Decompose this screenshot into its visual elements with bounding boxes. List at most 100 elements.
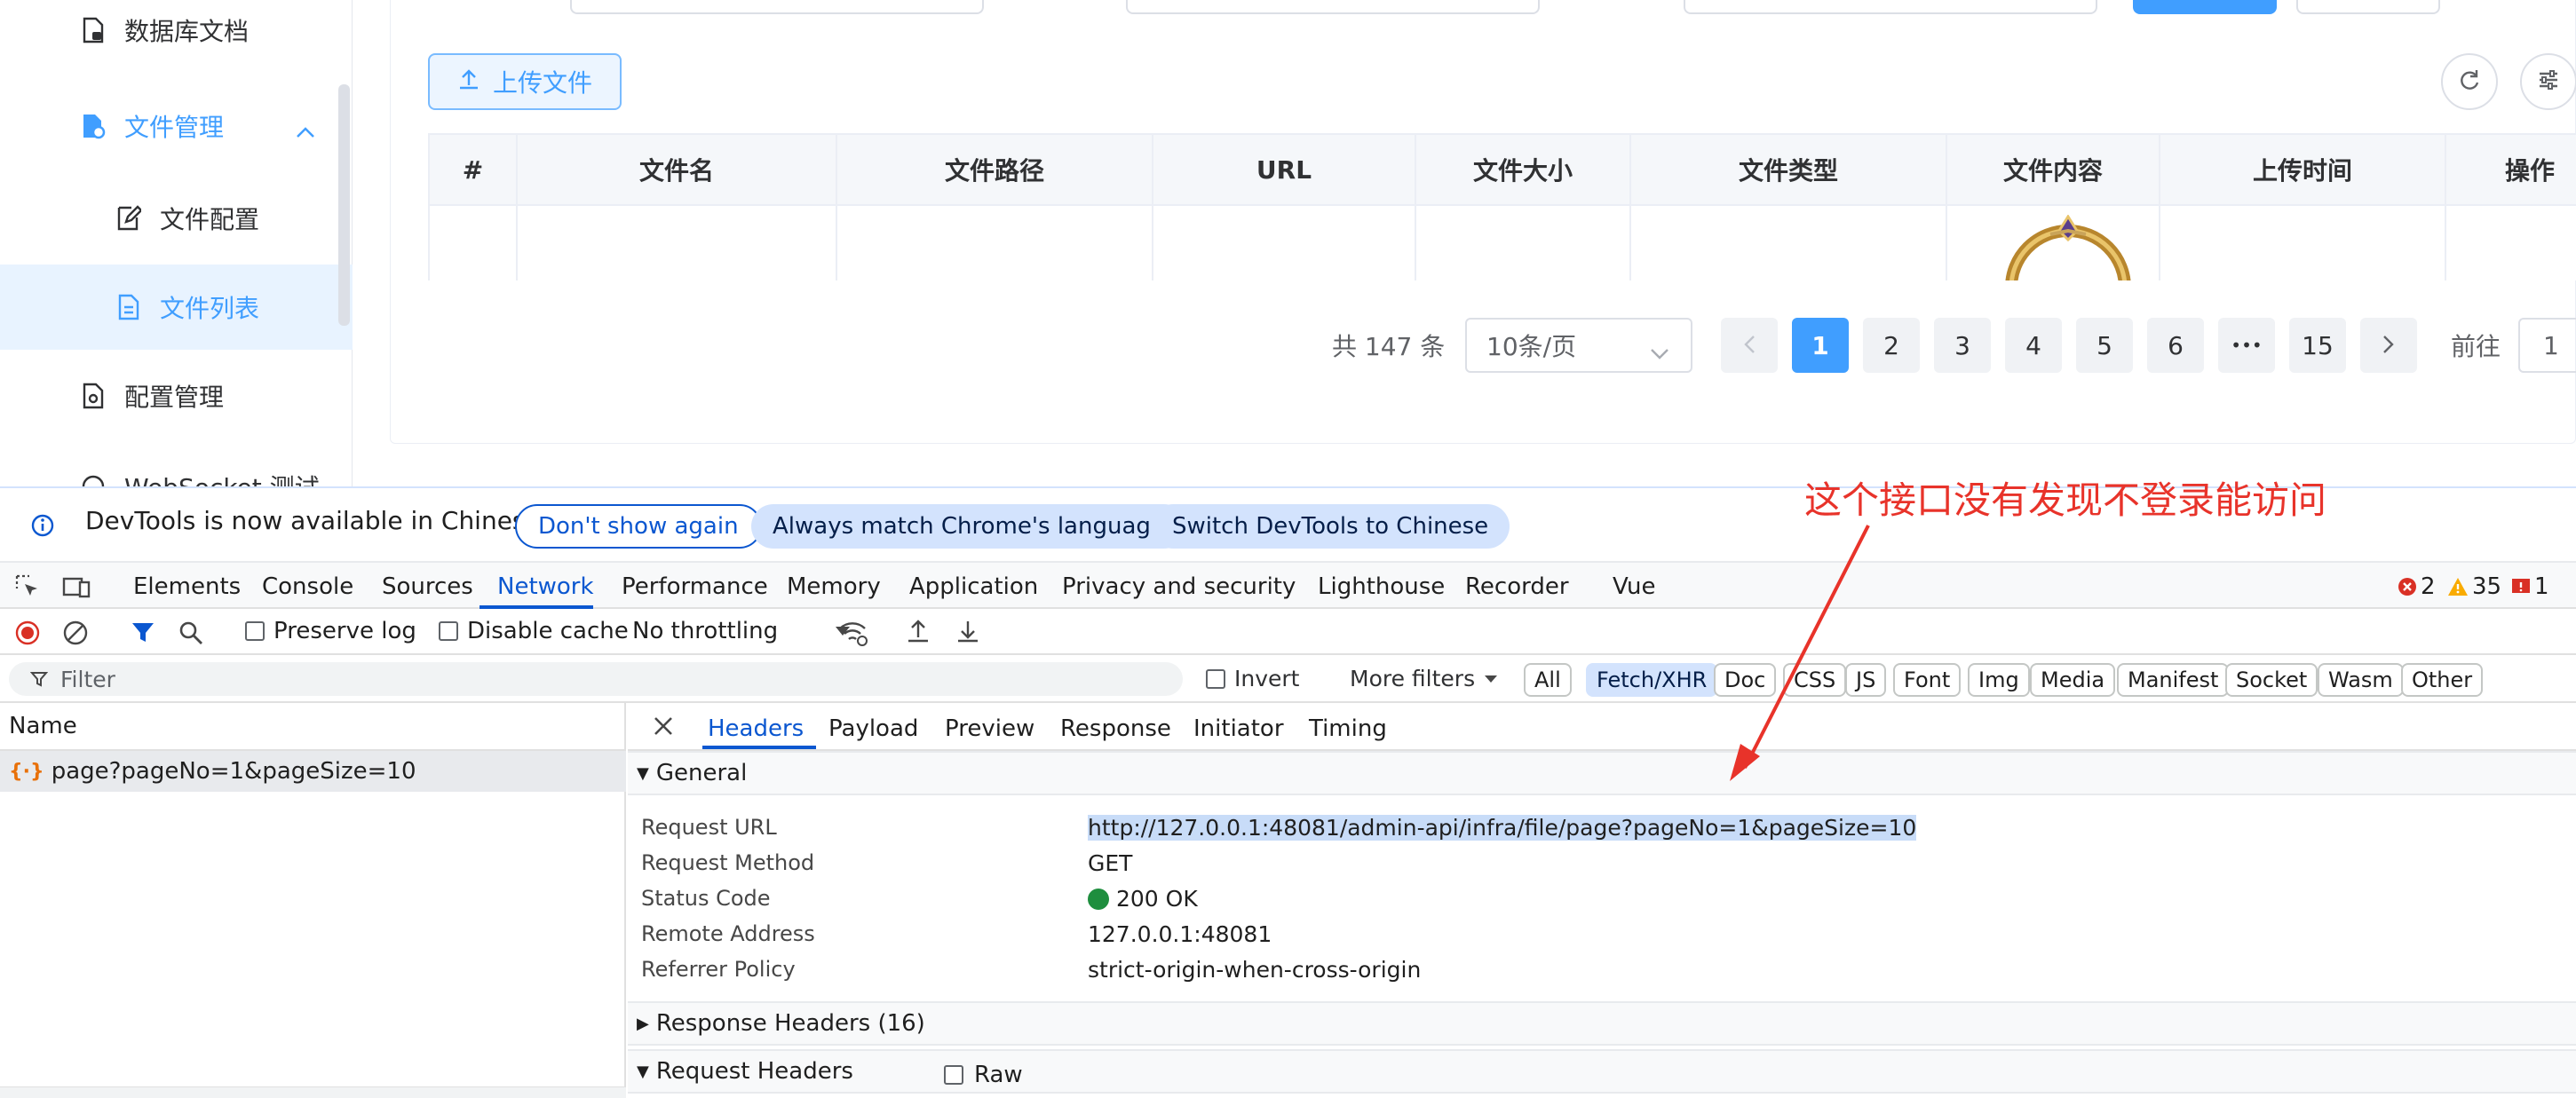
filter-chip-socket[interactable]: Socket	[2225, 663, 2318, 697]
pagination-more-button[interactable]: •••	[2218, 318, 2275, 373]
tab-lighthouse[interactable]: Lighthouse	[1318, 573, 1445, 600]
pagination-page-2[interactable]: 2	[1863, 318, 1920, 373]
search-input-filename[interactable]	[570, 0, 984, 14]
clear-icon[interactable]	[62, 620, 89, 652]
filter-funnel-icon[interactable]	[130, 620, 156, 652]
filter-chip-other[interactable]: Other	[2401, 663, 2484, 697]
page-size-select[interactable]: 10条/页	[1465, 318, 1692, 373]
always-match-language-button[interactable]: Always match Chrome's language	[751, 504, 1186, 549]
sliders-icon	[2536, 67, 2561, 96]
inspect-element-icon[interactable]	[14, 573, 41, 606]
column-settings-button[interactable]	[2520, 53, 2576, 110]
network-conditions-icon[interactable]	[838, 620, 868, 652]
request-headers-section-header[interactable]: ▼ Request Headers Raw	[628, 1049, 2576, 1094]
tab-console[interactable]: Console	[262, 573, 353, 600]
referrer-policy-key: Referrer Policy	[641, 957, 796, 982]
request-list-scrollbar[interactable]	[0, 1086, 626, 1098]
filter-chip-manifest[interactable]: Manifest	[2117, 663, 2230, 697]
sidebar-item-file-list[interactable]: 文件列表	[0, 265, 353, 350]
triangle-right-icon: ▶	[637, 1014, 649, 1033]
filter-input[interactable]: Filter	[9, 662, 1183, 696]
refresh-button[interactable]	[2441, 53, 2498, 110]
invert-checkbox[interactable]: Invert	[1206, 666, 1299, 691]
preserve-log-checkbox[interactable]: Preserve log	[245, 618, 416, 644]
sidebar-item-file-config[interactable]: 文件配置	[0, 176, 353, 261]
switch-to-chinese-button[interactable]: Switch DevTools to Chinese	[1151, 504, 1510, 549]
pagination-page-3[interactable]: 3	[1934, 318, 1991, 373]
name-column-header[interactable]: Name	[0, 703, 626, 751]
sidebar-scrollbar[interactable]	[338, 84, 350, 326]
sidebar-item-config-management[interactable]: 配置管理	[0, 353, 353, 438]
pagination-page-15[interactable]: 15	[2289, 318, 2346, 373]
checkbox-box[interactable]	[944, 1065, 963, 1085]
sidebar-item-websocket[interactable]: WebSocket 测试	[0, 444, 353, 486]
general-section-title: General	[655, 760, 748, 786]
tab-response[interactable]: Response	[1060, 715, 1171, 742]
filter-chip-fetch-xhr[interactable]: Fetch/XHR	[1586, 663, 1718, 697]
request-row[interactable]: {·} page?pageNo=1&pageSize=10	[0, 751, 626, 792]
tab-application[interactable]: Application	[909, 573, 1038, 600]
tab-privacy-security[interactable]: Privacy and security	[1062, 573, 1296, 600]
pagination-goto-input[interactable]: 1	[2518, 318, 2576, 373]
sidebar-item-file-management[interactable]: 文件管理	[0, 83, 353, 169]
tab-performance[interactable]: Performance	[622, 573, 768, 600]
filter-chip-font[interactable]: Font	[1893, 663, 1962, 697]
filter-chip-all[interactable]: All	[1524, 663, 1572, 697]
pagination-page-4[interactable]: 4	[2005, 318, 2062, 373]
disable-cache-checkbox[interactable]: Disable cache	[439, 618, 629, 644]
tab-network[interactable]: Network	[497, 573, 594, 600]
pagination-page-5[interactable]: 5	[2076, 318, 2133, 373]
upload-file-button[interactable]: 上传文件	[428, 53, 622, 110]
search-button[interactable]	[2133, 0, 2277, 14]
filter-chip-js[interactable]: JS	[1845, 663, 1887, 697]
more-filters-dropdown[interactable]: More filters	[1350, 666, 1498, 691]
table-cell	[2160, 204, 2446, 280]
file-thumbnail-image[interactable]	[1997, 215, 2139, 280]
checkbox-box[interactable]	[245, 621, 265, 641]
filter-chip-img[interactable]: Img	[1968, 663, 2030, 697]
pagination-page-6[interactable]: 6	[2147, 318, 2204, 373]
pagination-prev-button[interactable]	[1721, 318, 1778, 373]
tab-recorder[interactable]: Recorder	[1465, 573, 1569, 600]
issues-count[interactable]: 1	[2511, 573, 2549, 600]
tab-payload[interactable]: Payload	[828, 715, 918, 742]
filter-chip-doc[interactable]: Doc	[1714, 663, 1777, 697]
sidebar-item-db-doc[interactable]: 数据库文档	[0, 0, 353, 73]
tab-memory[interactable]: Memory	[787, 573, 881, 600]
tab-elements[interactable]: Elements	[133, 573, 241, 600]
error-count-value: 2	[2421, 573, 2436, 600]
import-har-icon[interactable]	[906, 618, 931, 651]
tab-sources[interactable]: Sources	[382, 573, 473, 600]
checkbox-box[interactable]	[1206, 668, 1225, 689]
chevron-down-icon	[1650, 337, 1669, 367]
document-settings-icon	[78, 381, 108, 411]
search-icon[interactable]	[178, 620, 204, 652]
close-icon[interactable]	[653, 715, 674, 743]
response-headers-section-header[interactable]: ▶ Response Headers (16)	[628, 1001, 2576, 1046]
filter-chip-wasm[interactable]: Wasm	[2318, 663, 2404, 697]
throttling-select[interactable]: No throttling	[632, 618, 851, 644]
raw-checkbox[interactable]: Raw	[944, 1062, 1023, 1088]
warning-count[interactable]: 35	[2447, 573, 2501, 600]
request-url-value[interactable]: http://127.0.0.1:48081/admin-api/infra/f…	[1088, 815, 1917, 841]
dont-show-again-button[interactable]: Don't show again	[515, 504, 762, 549]
tab-initiator[interactable]: Initiator	[1193, 715, 1284, 742]
general-section-header[interactable]: ▼ General	[628, 751, 2576, 795]
checkbox-box[interactable]	[439, 621, 458, 641]
error-count[interactable]: 2	[2398, 573, 2436, 600]
pagination-next-button[interactable]	[2360, 318, 2417, 373]
tab-headers[interactable]: Headers	[708, 715, 804, 742]
filter-chip-media[interactable]: Media	[2030, 663, 2116, 697]
export-har-icon[interactable]	[955, 618, 980, 651]
filter-chip-css[interactable]: CSS	[1783, 663, 1847, 697]
tab-vue[interactable]: Vue	[1613, 573, 1656, 600]
reset-button[interactable]	[2296, 0, 2440, 14]
search-input-type[interactable]	[1126, 0, 1540, 14]
tab-preview[interactable]: Preview	[945, 715, 1034, 742]
device-toolbar-icon[interactable]	[62, 573, 91, 606]
search-input-date[interactable]	[1684, 0, 2097, 14]
tab-timing[interactable]: Timing	[1309, 715, 1387, 742]
stop-recording-icon[interactable]	[14, 620, 41, 652]
pagination-total: 共 147 条	[1332, 332, 1446, 361]
pagination-page-1[interactable]: 1	[1792, 318, 1849, 373]
